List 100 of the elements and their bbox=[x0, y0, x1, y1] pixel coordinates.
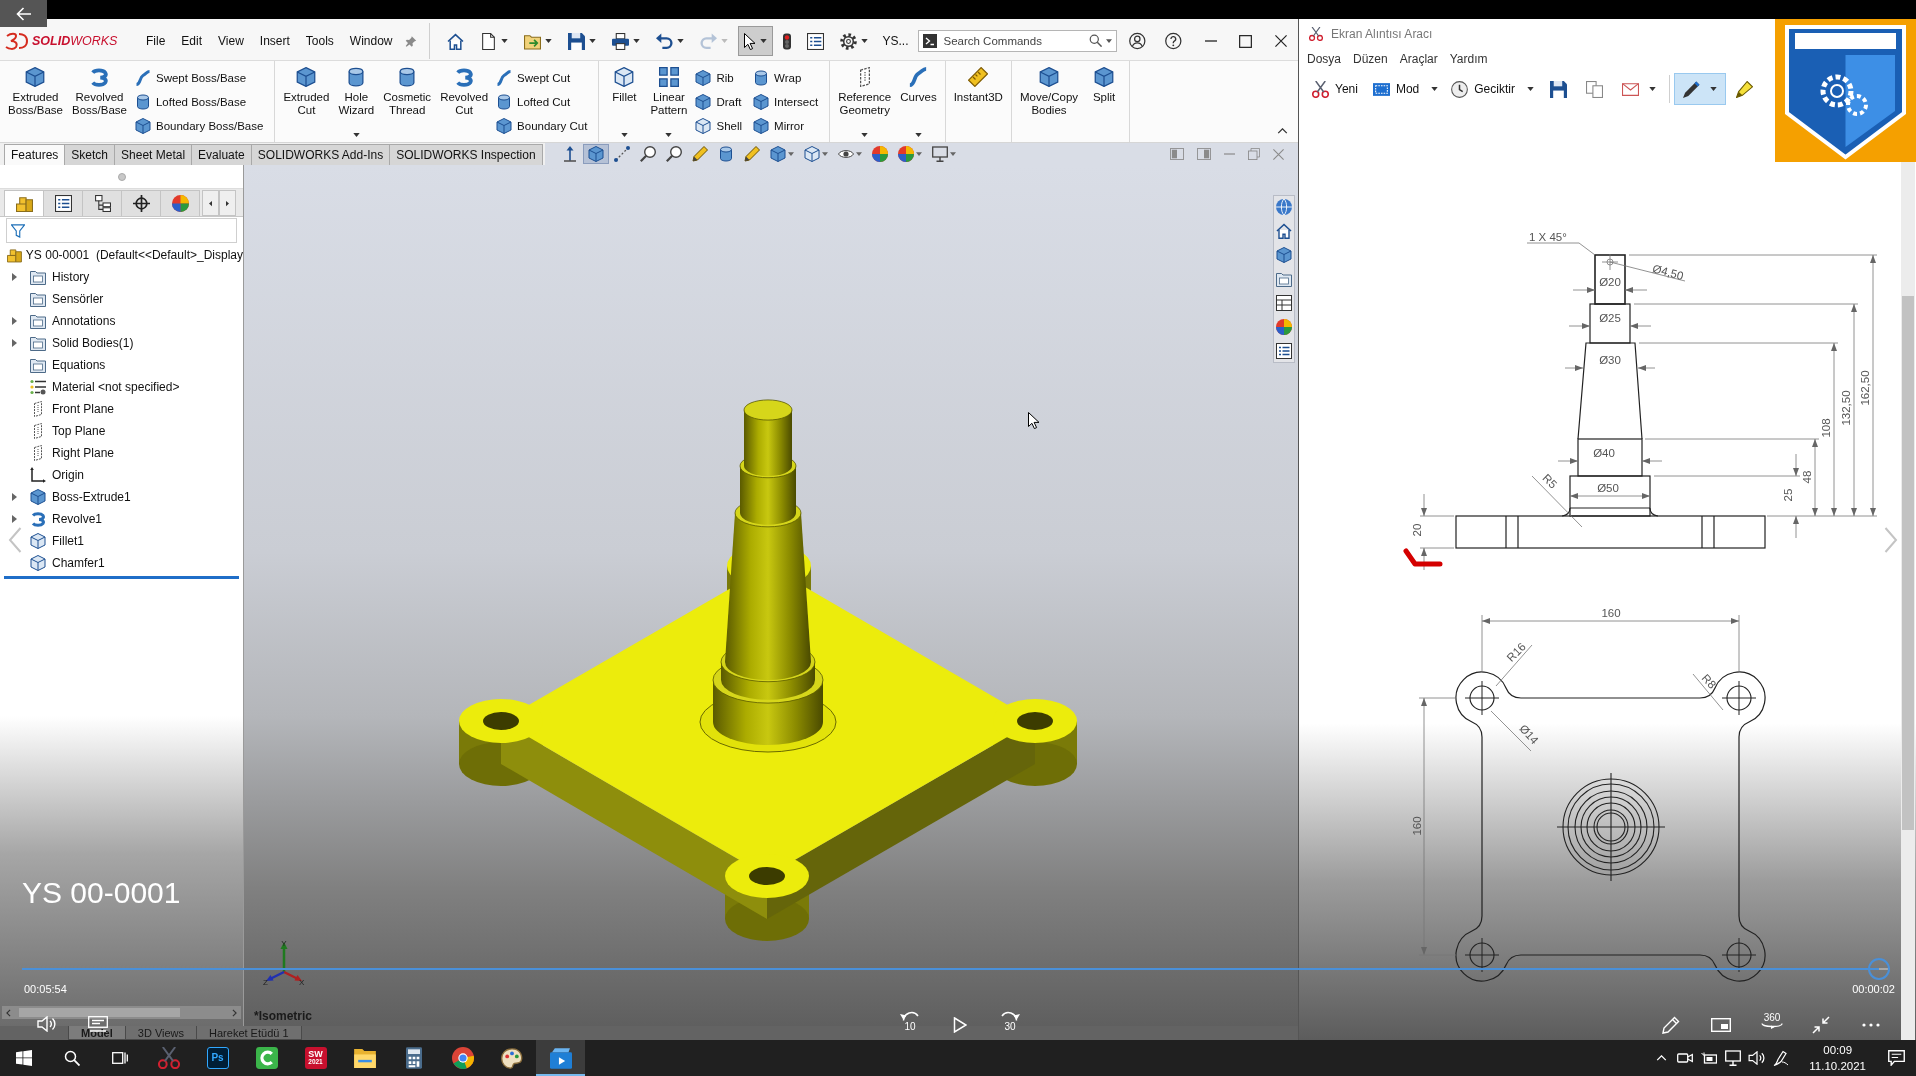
tile-left-icon[interactable] bbox=[1170, 148, 1184, 160]
menu-item[interactable]: Dosya bbox=[1302, 50, 1346, 68]
play-button[interactable] bbox=[953, 1017, 967, 1033]
tree-item[interactable]: Solid Bodies(1) bbox=[0, 332, 243, 354]
back-button[interactable] bbox=[0, 0, 47, 27]
tree-item[interactable]: Boss-Extrude1 bbox=[0, 486, 243, 508]
tree-item[interactable]: History bbox=[0, 266, 243, 288]
tree-item[interactable]: Origin bbox=[0, 464, 243, 486]
panel-tab[interactable] bbox=[82, 190, 122, 216]
tree-item[interactable]: Front Plane bbox=[0, 398, 243, 420]
triangle-right-icon bbox=[226, 199, 229, 207]
sphere-icon[interactable] bbox=[1276, 319, 1292, 335]
globe-icon[interactable] bbox=[1276, 199, 1292, 215]
ribbon-button[interactable]: Draft bbox=[692, 90, 746, 114]
chevron-up-icon[interactable] bbox=[1277, 128, 1288, 134]
panel-tab[interactable] bbox=[43, 190, 83, 216]
list-icon[interactable] bbox=[1276, 343, 1292, 359]
tab[interactable]: Features bbox=[4, 144, 66, 165]
draw-button[interactable] bbox=[1662, 1016, 1680, 1034]
delay-button[interactable]: Geciktir bbox=[1445, 73, 1540, 105]
ribbon-button[interactable]: Lofted Cut bbox=[493, 90, 591, 114]
exit-full-screen-button[interactable] bbox=[1812, 1016, 1830, 1034]
ribbon-button[interactable]: Instant3D bbox=[949, 61, 1007, 142]
menu-item[interactable]: Düzen bbox=[1348, 50, 1393, 68]
ribbon-button[interactable]: Rib bbox=[692, 66, 746, 90]
ribbon-button[interactable]: Intersect bbox=[750, 90, 822, 114]
ribbon-button[interactable]: Extruded Cut bbox=[279, 61, 334, 142]
tree-item[interactable]: Equations bbox=[0, 354, 243, 376]
tab[interactable]: Model bbox=[68, 1026, 126, 1040]
ribbon-button[interactable]: Revolved Cut bbox=[436, 61, 493, 142]
tree-item[interactable]: Chamfer1 bbox=[0, 552, 243, 574]
cube-icon[interactable] bbox=[1276, 247, 1292, 263]
mini-view-button[interactable] bbox=[1711, 1018, 1731, 1032]
horizontal-scrollbar[interactable] bbox=[2, 1006, 241, 1019]
ribbon-button[interactable]: Wrap bbox=[750, 66, 822, 90]
tile-right-icon[interactable] bbox=[1197, 148, 1211, 160]
ribbon-button[interactable]: Swept Cut bbox=[493, 66, 591, 90]
ribbon-button[interactable]: Cosmetic Thread bbox=[379, 61, 436, 142]
menu-item[interactable]: Yardım bbox=[1444, 50, 1493, 68]
tab[interactable]: Evaluate bbox=[191, 144, 252, 165]
tree-item[interactable]: Sensörler bbox=[0, 288, 243, 310]
ribbon-button[interactable]: Extruded Boss/Base bbox=[4, 61, 67, 142]
menu-item[interactable]: Window bbox=[341, 31, 401, 51]
tab[interactable]: SOLIDWORKS Inspection bbox=[389, 144, 543, 165]
tree-item[interactable]: YS 00-0001 (Default<<Default>_Display bbox=[0, 244, 243, 266]
menu-item[interactable]: Insert bbox=[251, 31, 298, 51]
panel-tab[interactable] bbox=[121, 190, 161, 216]
ribbon-button[interactable]: Move/Copy Bodies bbox=[1015, 61, 1083, 142]
help-icon[interactable] bbox=[1165, 32, 1182, 50]
tree-item[interactable]: Fillet1 bbox=[0, 530, 243, 552]
clock-button[interactable]: 00:09 11.10.2021 bbox=[1799, 1042, 1876, 1074]
vertical-scrollbar[interactable] bbox=[1901, 162, 1915, 1040]
menu-item[interactable]: File bbox=[138, 31, 174, 51]
volume-button[interactable] bbox=[37, 1016, 57, 1032]
splitter-grip[interactable] bbox=[117, 172, 126, 181]
table-icon[interactable] bbox=[1276, 295, 1292, 311]
tab[interactable]: SOLIDWORKS Add-Ins bbox=[250, 144, 391, 165]
ribbon-button[interactable]: Fillet bbox=[603, 61, 646, 142]
scrollbar-thumb[interactable] bbox=[19, 1008, 180, 1017]
ribbon-button[interactable]: Shell bbox=[692, 114, 746, 138]
view-360-button[interactable]: 360 bbox=[1758, 1012, 1786, 1029]
new-snip-button[interactable]: Yeni bbox=[1306, 73, 1366, 105]
menu-item[interactable]: View bbox=[210, 31, 252, 51]
tab[interactable]: Hareket Etüdü 1 bbox=[196, 1026, 302, 1040]
tab[interactable]: Sketch bbox=[64, 144, 116, 165]
pin-icon[interactable] bbox=[404, 34, 417, 48]
taskbar-app-button[interactable]: Ps bbox=[193, 1040, 242, 1076]
select-button[interactable] bbox=[738, 26, 774, 56]
view-tool-button[interactable] bbox=[582, 144, 609, 164]
search-field[interactable]: Search Commands bbox=[918, 30, 1118, 52]
tree-item[interactable]: Annotations bbox=[0, 310, 243, 332]
scrollbar-thumb[interactable] bbox=[1902, 296, 1914, 830]
ribbon-button[interactable]: Hole Wizard bbox=[334, 61, 379, 142]
menu-item[interactable]: Tools bbox=[297, 31, 342, 51]
ribbon-button[interactable]: Swept Boss/Base bbox=[131, 66, 267, 90]
pen-button[interactable] bbox=[1673, 73, 1726, 105]
user-circle-icon[interactable] bbox=[1129, 32, 1147, 50]
ribbon-button[interactable]: Revolved Boss/Base bbox=[68, 61, 131, 142]
ribbon-button[interactable]: Linear Pattern bbox=[646, 61, 692, 142]
folder-icon[interactable] bbox=[1276, 271, 1292, 287]
ribbon-button[interactable]: Boundary Cut bbox=[493, 114, 591, 138]
tree-item[interactable]: Revolve1 bbox=[0, 508, 243, 530]
ribbon-button[interactable]: Lofted Boss/Base bbox=[131, 90, 267, 114]
ribbon-button[interactable]: Curves bbox=[896, 61, 941, 142]
more-button[interactable] bbox=[1862, 1023, 1880, 1027]
menu-item[interactable]: Araçlar bbox=[1394, 50, 1443, 68]
menu-item[interactable]: Edit bbox=[173, 31, 211, 51]
filter-field[interactable] bbox=[6, 218, 237, 243]
tree-item[interactable]: Top Plane bbox=[0, 420, 243, 442]
timeline-thumb[interactable] bbox=[1867, 958, 1890, 980]
mode-button[interactable]: Mod bbox=[1366, 73, 1445, 105]
house-icon[interactable] bbox=[1276, 223, 1292, 239]
tree-item[interactable]: Material <not specified> bbox=[0, 376, 243, 398]
document-name[interactable]: YS... bbox=[882, 34, 909, 48]
ribbon-button[interactable]: Reference Geometry bbox=[834, 61, 896, 142]
tab[interactable]: Sheet Metal bbox=[114, 144, 193, 165]
ribbon-button[interactable]: Split bbox=[1083, 61, 1126, 142]
ribbon-button[interactable]: Mirror bbox=[750, 114, 822, 138]
tree-item[interactable]: Right Plane bbox=[0, 442, 243, 464]
ribbon-button[interactable]: Boundary Boss/Base bbox=[131, 114, 267, 138]
